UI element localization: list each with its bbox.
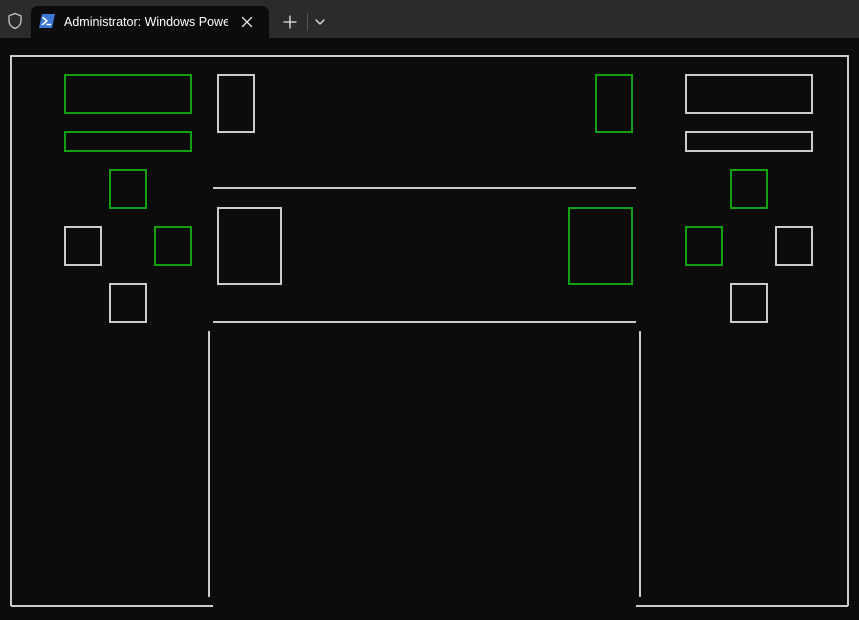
chevron-down-icon[interactable]: [312, 13, 328, 31]
close-icon[interactable]: [238, 13, 256, 31]
dpad-left: [64, 226, 102, 266]
center-right-large: [568, 207, 633, 285]
title-bar: Administrator: Windows PowerShell: [0, 0, 859, 38]
powershell-icon: [39, 14, 55, 28]
shield-icon[interactable]: [6, 12, 24, 30]
terminal-pane[interactable]: [0, 38, 859, 620]
plus-icon[interactable]: [279, 11, 301, 33]
center-right-small: [595, 74, 633, 133]
center-left-small: [217, 74, 255, 133]
face-left: [685, 226, 723, 266]
tab-powershell[interactable]: Administrator: Windows PowerShell: [31, 6, 269, 38]
face-bottom: [730, 283, 768, 323]
face-top: [730, 169, 768, 209]
left-bumper-thin: [64, 131, 192, 152]
ascii-controller-drawing: [10, 55, 849, 607]
dpad-down: [109, 283, 147, 323]
right-bumper-thin: [685, 131, 813, 152]
left-bumper-large: [64, 74, 192, 114]
toolbar-divider: [307, 13, 308, 31]
dpad-right: [154, 226, 192, 266]
frame-left: [10, 55, 849, 606]
center-left-large: [217, 207, 282, 285]
dpad-up: [109, 169, 147, 209]
right-bumper-large: [685, 74, 813, 114]
face-right: [775, 226, 813, 266]
tab-title: Administrator: Windows PowerShell: [64, 15, 228, 29]
